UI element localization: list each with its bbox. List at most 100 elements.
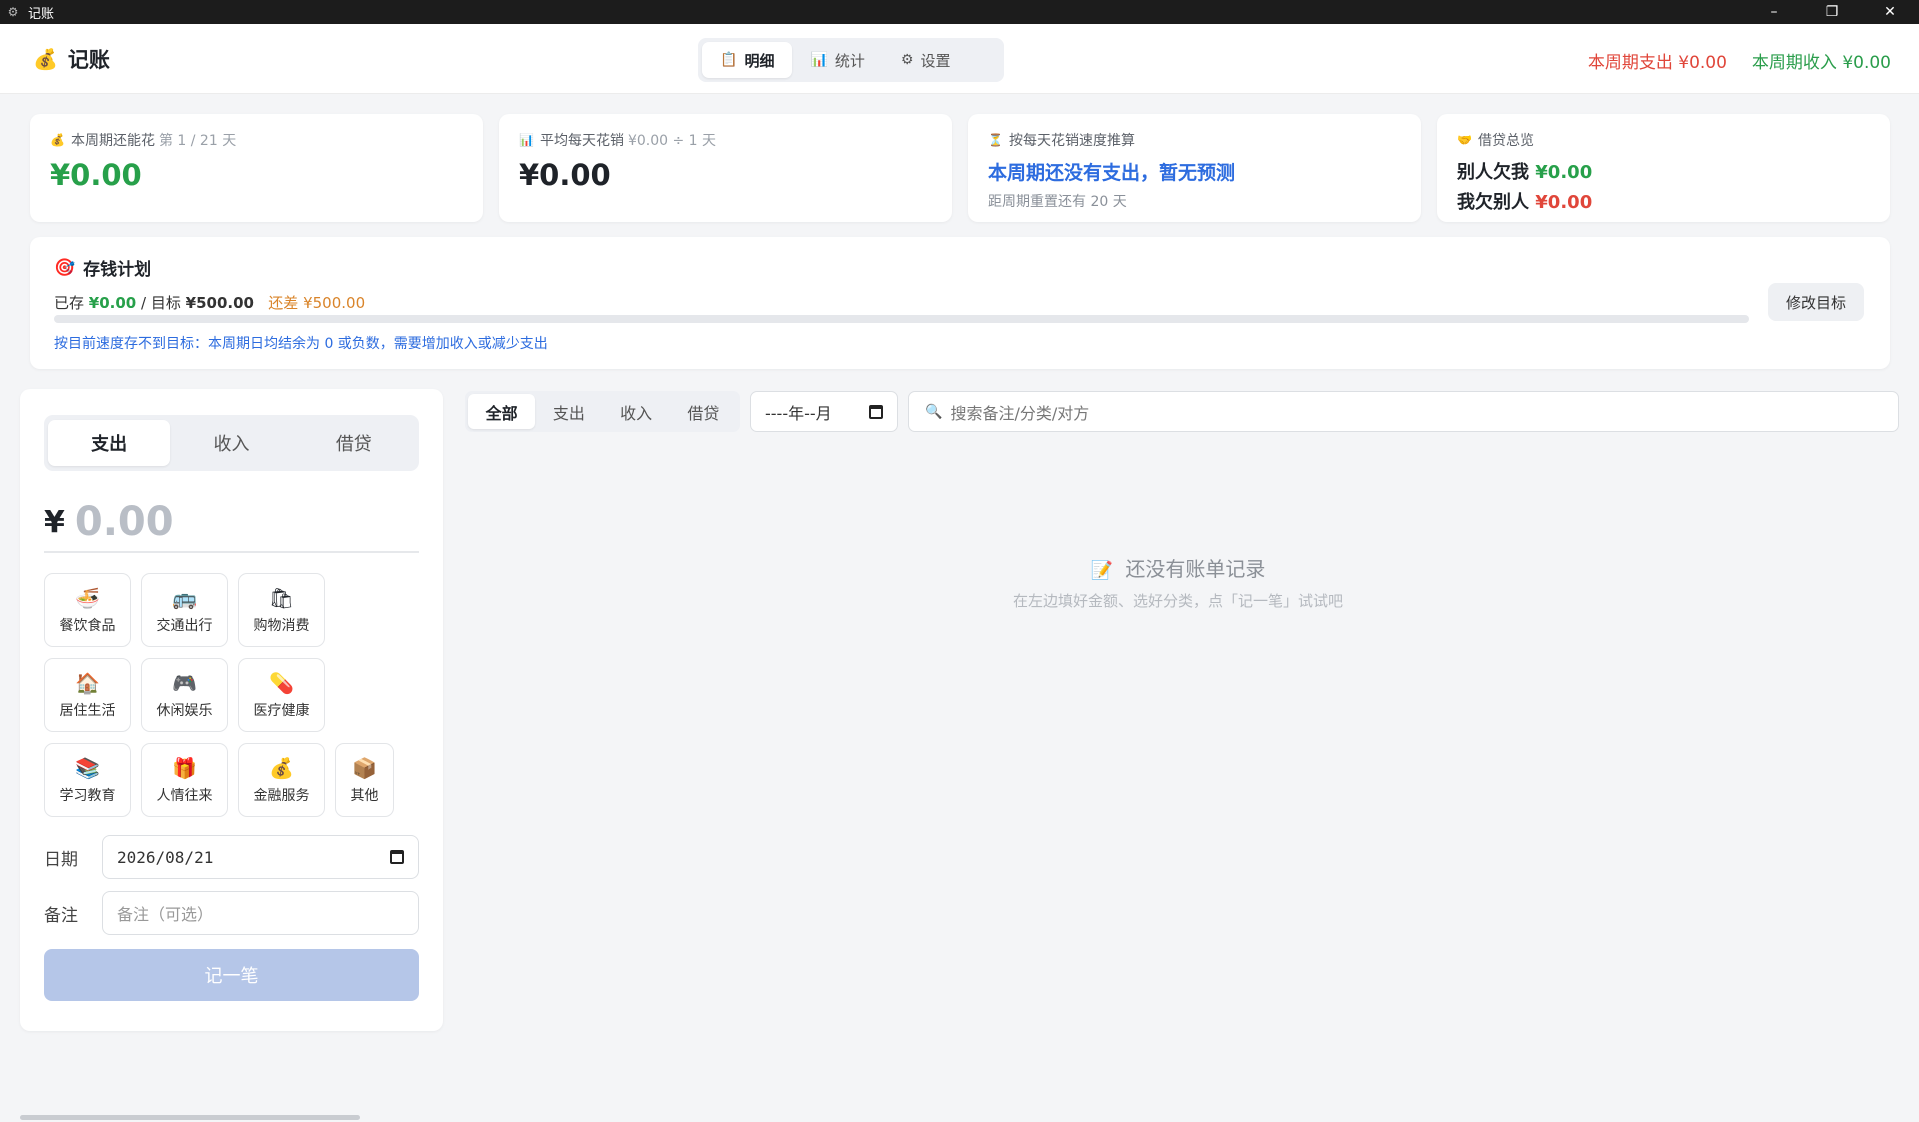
close-button[interactable]: ✕ [1861,0,1919,24]
month-picker[interactable]: ----年--月 [750,391,898,432]
entry-type-loan[interactable]: 借贷 [293,420,415,466]
package-icon: 📦 [352,755,377,780]
gear-icon: ⚙ [900,52,914,68]
saved-label: 已存 [54,294,85,312]
note-label: 备注 [44,905,78,926]
target-amount: ¥500.00 [185,294,254,312]
note-input[interactable]: 备注（可选） [102,891,419,935]
remaining-budget-label-row: 💰 本周期还能花 第 1 / 21 天 [50,130,463,150]
bar-chart-icon: 📊 [519,133,534,147]
date-input[interactable]: 2026/08/21 [102,835,419,879]
category-label: 交通出行 [156,617,213,634]
money-bag-icon: 💰 [33,47,58,71]
daily-average-value: ¥0.00 [519,158,611,192]
savings-plan-summary: 已存 ¥0.00 / 目标 ¥500.00 还差 ¥500.00 [54,292,1866,313]
filter-income[interactable]: 收入 [603,394,670,429]
forecast-reset-note: 距周期重置还有 20 天 [988,194,1127,210]
category-finance[interactable]: 💰 金融服务 [238,743,325,817]
bus-icon: 🚌 [172,585,197,610]
month-placeholder: ----年--月 [765,403,832,423]
brand: 💰 记账 [33,44,110,74]
entry-panel: 支出 收入 借贷 ¥ 0.00 🍜 餐饮食品 🚌 交通出行 🛍 购物消费 🏠 居住生活 … [20,389,443,1031]
category-shopping[interactable]: 🛍 购物消费 [238,573,325,647]
category-gifts[interactable]: 🎁 人情往来 [141,743,228,817]
hourglass-icon: ⏳ [988,133,1003,147]
handshake-icon: 🤝 [1457,133,1472,147]
window-titlebar: ⚙ 记账 – ❐ ✕ [0,0,1919,24]
remaining-budget-value: ¥0.00 [50,158,142,192]
daily-average-label-row: 📊 平均每天花销 ¥0.00 ÷ 1 天 [519,130,932,150]
tab-details[interactable]: 📋 明细 [702,42,793,78]
app-gear-icon: ⚙ [7,5,19,19]
edit-target-button[interactable]: 修改目标 [1768,283,1864,321]
category-label: 金融服务 [253,787,310,804]
date-row: 日期 2026/08/21 [44,835,419,879]
calendar-icon[interactable] [390,850,404,864]
grid-spacer [335,573,422,647]
savings-plan-title: 存钱计划 [83,260,152,280]
tab-statistics-label: 统计 [834,51,865,70]
category-education[interactable]: 📚 学习教育 [44,743,131,817]
period-expense: 本周期支出 ¥0.00 [1587,53,1727,73]
empty-title: 还没有账单记录 [1125,557,1266,581]
money-bag-icon: 💰 [269,755,294,780]
category-label: 其他 [350,787,379,804]
savings-plan-title-row: 🎯 存钱计划 [54,255,1866,281]
shopping-bag-icon: 🛍 [268,585,295,610]
tab-statistics[interactable]: 📊 统计 [792,42,882,78]
period-day-counter: 第 1 / 21 天 [158,133,237,149]
category-other[interactable]: 📦 其他 [335,743,394,817]
debt-overview-card: 🤝 借贷总览 别人欠我 ¥0.00 我欠别人 ¥0.00 [1437,114,1890,222]
entry-type-switch: 支出 收入 借贷 [44,415,419,471]
record-type-filter: 全部 支出 收入 借贷 [465,391,740,432]
horizontal-scrollbar[interactable] [20,1115,360,1120]
gamepad-icon: 🎮 [172,670,197,695]
forecast-label: 按每天花销速度推算 [1008,133,1135,149]
category-transport[interactable]: 🚌 交通出行 [141,573,228,647]
owed-to-me-label: 别人欠我 [1457,162,1529,183]
target-label: / 目标 [141,294,181,312]
period-income: 本周期收入 ¥0.00 [1751,53,1891,73]
app-header: 💰 记账 📋 明细 📊 统计 ⚙ 设置 本周期支出 ¥0.00 本周期收入 ¥0… [0,24,1919,94]
filter-loan[interactable]: 借贷 [670,394,737,429]
empty-state: 📝 还没有账单记录 在左边填好金额、选好分类，点「记一笔」试试吧 [908,553,1448,611]
filter-expense[interactable]: 支出 [535,394,602,429]
entry-type-income[interactable]: 收入 [170,420,292,466]
daily-average-label: 平均每天花销 [539,133,624,149]
category-medical[interactable]: 💊 医疗健康 [238,658,325,732]
owed-to-me-value: ¥0.00 [1535,162,1593,183]
daily-average-formula: ¥0.00 ÷ 1 天 [627,133,717,149]
calendar-icon[interactable] [869,404,883,419]
main-nav: 📋 明细 📊 统计 ⚙ 设置 [698,38,1004,82]
memo-icon: 📝 [1090,560,1114,581]
clipboard-icon: 📋 [720,52,738,68]
house-icon: 🏠 [75,670,100,695]
remaining-budget-label: 本周期还能花 [70,133,155,149]
minimize-button[interactable]: – [1745,0,1803,24]
window-controls: – ❐ ✕ [1745,0,1919,24]
tab-settings[interactable]: ⚙ 设置 [883,42,969,78]
category-label: 人情往来 [156,787,213,804]
books-icon: 📚 [75,755,100,780]
tab-settings-label: 设置 [920,51,951,70]
grid-spacer [335,658,422,732]
owed-to-me-row: 别人欠我 ¥0.00 [1457,158,1870,184]
submit-record-button[interactable]: 记一笔 [44,949,419,1001]
i-owe-label: 我欠别人 [1457,192,1529,213]
note-placeholder: 备注（可选） [117,905,214,924]
entry-type-expense[interactable]: 支出 [48,420,171,466]
restore-button[interactable]: ❐ [1803,0,1861,24]
category-label: 休闲娱乐 [156,702,213,719]
category-entertainment[interactable]: 🎮 休闲娱乐 [141,658,228,732]
category-food[interactable]: 🍜 餐饮食品 [44,573,131,647]
search-input[interactable]: 🔍 搜索备注/分类/对方 [908,391,1899,432]
gift-icon: 🎁 [172,755,197,780]
amount-input[interactable]: ¥ 0.00 [44,493,419,553]
i-owe-row: 我欠别人 ¥0.00 [1457,188,1870,214]
note-row: 备注 备注（可选） [44,891,419,935]
period-totals: 本周期支出 ¥0.00 本周期收入 ¥0.00 [1588,48,1891,73]
remaining-budget-card: 💰 本周期还能花 第 1 / 21 天 ¥0.00 [30,114,483,222]
filter-all[interactable]: 全部 [468,394,536,429]
category-housing[interactable]: 🏠 居住生活 [44,658,131,732]
saved-amount: ¥0.00 [88,294,137,312]
